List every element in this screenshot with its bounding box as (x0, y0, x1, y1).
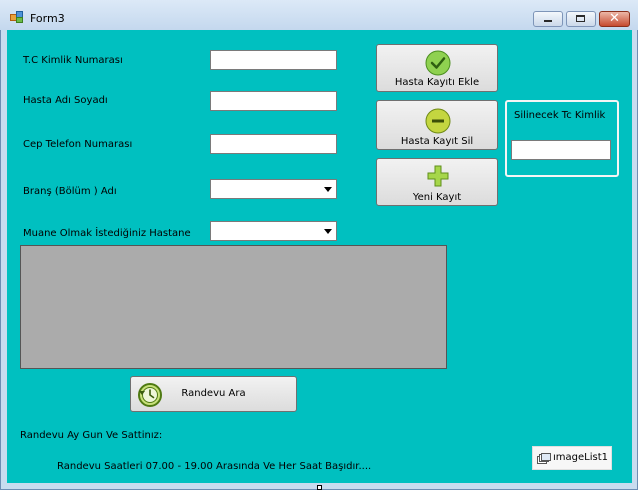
imagelist-icon (537, 453, 551, 464)
phone-label: Cep Telefon Numarası (23, 139, 133, 150)
tc-input[interactable] (210, 50, 337, 70)
close-icon: ✕ (609, 11, 620, 26)
tc-label: T.C Kimlik Numarası (23, 55, 123, 66)
appointments-grid[interactable] (20, 245, 447, 369)
minus-icon (425, 108, 451, 134)
new-record-label: Yeni Kayıt (412, 192, 462, 203)
delete-patient-label: Hasta Kayıt Sil (400, 136, 474, 147)
delete-patient-button[interactable]: Hasta Kayıt Sil (376, 100, 498, 150)
new-record-button[interactable]: Yeni Kayıt (376, 158, 498, 206)
title-bar[interactable]: Form3 ✕ (0, 0, 638, 30)
hospital-combobox[interactable] (210, 221, 337, 241)
add-patient-button[interactable]: Hasta Kayıtı Ekle (376, 44, 498, 92)
dropdown-arrow-icon[interactable] (324, 187, 332, 192)
delete-id-label: Silinecek Tc Kimlik (514, 110, 606, 121)
phone-input[interactable] (210, 134, 337, 154)
dropdown-arrow-icon[interactable] (324, 229, 332, 234)
minimize-button[interactable] (533, 11, 563, 27)
imagelist-label: ımageList1 (553, 452, 608, 463)
add-patient-label: Hasta Kayıtı Ekle (394, 77, 480, 88)
maximize-icon (576, 15, 585, 22)
hospital-label: Muane Olmak İstediğiniz Hastane (23, 228, 191, 239)
imagelist-component[interactable]: ımageList1 (532, 446, 612, 470)
search-appointment-label: Randevu Ara (181, 388, 246, 399)
branch-label: Branş (Bölüm ) Adı (23, 186, 117, 197)
plus-icon (427, 165, 449, 187)
appointment-date-label: Randevu Ay Gun Ve Sattinız: (20, 430, 163, 441)
maximize-button[interactable] (566, 11, 596, 27)
minimize-icon (544, 20, 552, 22)
appointment-hours-info: Randevu Saatleri 07.00 - 19.00 Arasında … (57, 461, 372, 472)
name-label: Hasta Adı Soyadı (23, 95, 108, 106)
branch-combobox[interactable] (210, 179, 337, 199)
app-icon (10, 11, 24, 23)
name-input[interactable] (210, 91, 337, 111)
resize-handle[interactable] (317, 485, 322, 490)
window-title: Form3 (30, 12, 65, 25)
checkmark-icon (425, 50, 451, 76)
close-button[interactable]: ✕ (599, 11, 630, 27)
delete-id-input[interactable] (511, 140, 611, 160)
search-appointment-button[interactable]: Randevu Ara (130, 376, 297, 412)
